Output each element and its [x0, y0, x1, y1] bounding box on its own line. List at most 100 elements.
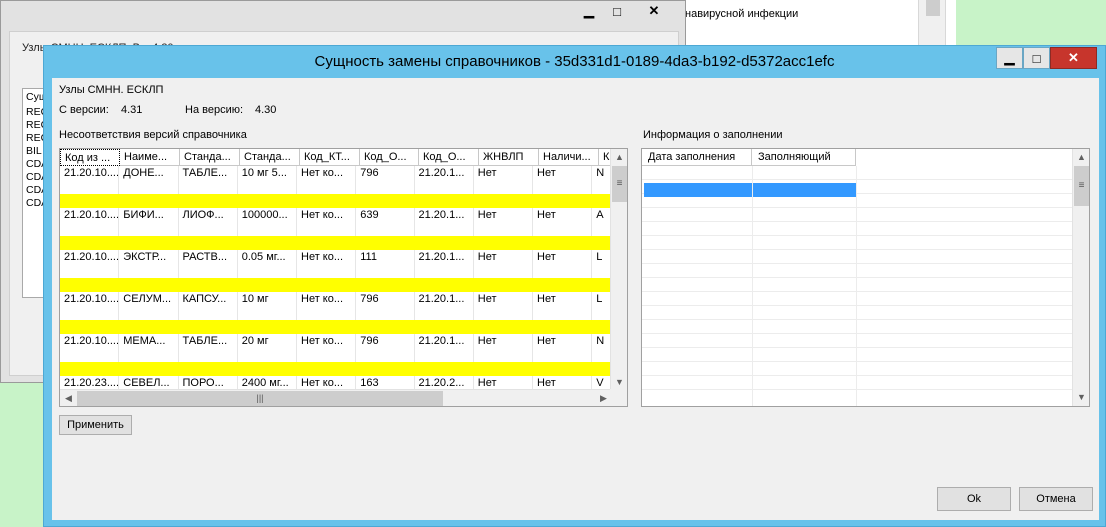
mismatch-grid-hscrollbar[interactable]: ◀ ||| ▶	[60, 389, 612, 406]
table-cell[interactable]: 20 мг	[238, 334, 297, 362]
mismatch-grid[interactable]: Код из ... Наиме... Станда... Станда... …	[59, 148, 628, 407]
table-cell[interactable]: РАСТВ...	[179, 250, 238, 278]
mismatch-grid-header: Код из ... Наиме... Станда... Станда... …	[60, 149, 619, 166]
from-version-label: С версии:	[59, 104, 109, 116]
empty-row	[642, 376, 1072, 390]
ok-button[interactable]: Ok	[937, 487, 1011, 511]
table-cell[interactable]: СЕЛУМ...	[119, 292, 179, 320]
background-document-scrollbar[interactable]	[918, 0, 946, 46]
dialog-maximize-button[interactable]: □	[1023, 47, 1050, 69]
table-cell[interactable]: Нет	[474, 250, 533, 278]
mismatch-grid-vscrollbar[interactable]: ▲ ≡ ▼	[610, 149, 627, 391]
selected-cell[interactable]	[753, 183, 856, 197]
table-cell[interactable]: Нет ко...	[297, 334, 357, 362]
table-cell[interactable]: Нет	[533, 250, 593, 278]
dialog-minimize-button[interactable]: ▁	[996, 47, 1023, 69]
table-cell[interactable]: Нет	[533, 292, 593, 320]
table-cell[interactable]: 10 мг	[238, 292, 297, 320]
table-cell[interactable]: 21.20.1...	[415, 250, 474, 278]
fill-info-grid-header: Дата заполнения Заполняющий	[642, 149, 856, 166]
table-cell[interactable]: 10 мг 5...	[238, 166, 297, 194]
table-cell[interactable]: ЛИОФ...	[179, 208, 238, 236]
background-minimize-button[interactable]: ▁	[575, 1, 603, 21]
table-cell[interactable]: МЕМА...	[119, 334, 179, 362]
table-cell[interactable]: Нет	[474, 292, 533, 320]
table-cell[interactable]: Нет	[533, 208, 593, 236]
table-cell[interactable]: 796	[356, 292, 415, 320]
table-cell[interactable]: Нет ко...	[297, 166, 357, 194]
table-cell[interactable]: 21.20.10....	[60, 292, 120, 320]
table-cell[interactable]: Нет ко...	[297, 292, 357, 320]
background-document-scroll-thumb[interactable]	[926, 0, 940, 16]
column-header[interactable]: Станда...	[240, 149, 300, 166]
table-cell[interactable]: 111	[356, 250, 415, 278]
table-cell[interactable]: 21.20.1...	[415, 334, 474, 362]
table-cell[interactable]: 796	[356, 334, 415, 362]
vertical-scroll-thumb[interactable]: ≡	[1074, 166, 1089, 206]
apply-button[interactable]: Применить	[59, 415, 132, 435]
column-header[interactable]: Код_О...	[360, 149, 419, 166]
table-cell[interactable]: Нет	[474, 166, 533, 194]
selected-cell[interactable]	[644, 183, 752, 197]
table-cell[interactable]: Нет	[533, 334, 593, 362]
background-maximize-button[interactable]: □	[603, 1, 631, 21]
table-cell[interactable]: ТАБЛЕ...	[179, 334, 238, 362]
table-cell[interactable]: ТАБЛЕ...	[179, 166, 238, 194]
table-cell[interactable]: ЭКСТР...	[119, 250, 179, 278]
vertical-scroll-thumb[interactable]: ≡	[612, 166, 627, 202]
dialog-close-button[interactable]: ✕	[1050, 47, 1097, 69]
table-cell[interactable]: 21.20.10....	[60, 208, 120, 236]
column-header-filler[interactable]: Заполняющий	[752, 149, 856, 166]
dialog-client-area: Узлы СМНН. ЕСКЛП С версии: 4.31 На верси…	[52, 78, 1099, 520]
empty-row	[642, 264, 1072, 278]
table-row[interactable]: 21.20.10.... ДОНЕ... ТАБЛЕ... 10 мг 5... Нет…	[60, 166, 612, 194]
fill-info-grid-vscrollbar[interactable]: ▲ ≡ ▼	[1072, 149, 1089, 406]
table-row[interactable]: 21.20.10.... МЕМА... ТАБЛЕ... 20 мг Нет ко..…	[60, 334, 612, 362]
to-version-value: 4.30	[255, 104, 277, 116]
column-header[interactable]: Код_О...	[419, 149, 479, 166]
scroll-left-icon[interactable]: ◀	[60, 390, 77, 406]
table-cell[interactable]: Нет	[474, 334, 533, 362]
column-header[interactable]: ЖНВЛП	[479, 149, 539, 166]
table-cell[interactable]: ДОНЕ...	[119, 166, 179, 194]
table-cell[interactable]: 21.20.10....	[60, 334, 120, 362]
column-header[interactable]: Наличи...	[539, 149, 599, 166]
table-row[interactable]: 21.20.10.... СЕЛУМ... КАПСУ... 10 мг Нет ко.…	[60, 292, 612, 320]
scroll-up-icon[interactable]: ▲	[611, 149, 627, 166]
scroll-down-icon[interactable]: ▼	[1073, 389, 1089, 406]
table-cell[interactable]: 0.05 мг...	[238, 250, 297, 278]
scroll-corner	[610, 389, 627, 406]
column-header[interactable]: Наиме...	[120, 149, 180, 166]
column-header[interactable]: Код из ...	[60, 149, 120, 166]
table-cell[interactable]: Нет	[533, 166, 593, 194]
empty-row	[642, 362, 1072, 376]
table-cell[interactable]: Нет ко...	[297, 208, 357, 236]
table-cell[interactable]: КАПСУ...	[179, 292, 238, 320]
table-cell[interactable]: 21.20.10....	[60, 166, 120, 194]
table-cell[interactable]: 796	[356, 166, 415, 194]
background-close-button[interactable]: ✕	[631, 1, 677, 21]
mismatch-grid-rows: 21.20.10.... ДОНЕ... ТАБЛЕ... 10 мг 5... Нет…	[60, 166, 612, 391]
dictionary-name-label: Узлы СМНН. ЕСКЛП	[59, 84, 164, 96]
scroll-up-icon[interactable]: ▲	[1073, 149, 1089, 166]
column-header[interactable]: Код_КТ...	[300, 149, 360, 166]
table-cell[interactable]: 21.20.1...	[415, 292, 474, 320]
column-header-fill-date[interactable]: Дата заполнения	[642, 149, 752, 166]
table-cell[interactable]: 21.20.1...	[415, 166, 474, 194]
table-cell[interactable]: Нет	[474, 208, 533, 236]
table-cell[interactable]: БИФИ...	[119, 208, 179, 236]
cancel-button[interactable]: Отмена	[1019, 487, 1093, 511]
table-cell[interactable]: Нет ко...	[297, 250, 357, 278]
fill-info-grid[interactable]: Дата заполнения Заполняющий ▲ ≡ ▼	[641, 148, 1090, 407]
empty-row	[642, 222, 1072, 236]
table-cell[interactable]: 100000...	[238, 208, 297, 236]
table-cell[interactable]: 639	[356, 208, 415, 236]
column-header[interactable]: Станда...	[180, 149, 240, 166]
table-cell[interactable]: 21.20.1...	[415, 208, 474, 236]
horizontal-scroll-thumb[interactable]: |||	[77, 391, 443, 406]
empty-row	[642, 166, 1072, 180]
highlight-row	[60, 194, 612, 208]
table-row[interactable]: 21.20.10.... ЭКСТР... РАСТВ... 0.05 мг... Не…	[60, 250, 612, 278]
table-cell[interactable]: 21.20.10....	[60, 250, 120, 278]
table-row[interactable]: 21.20.10.... БИФИ... ЛИОФ... 100000... Нет к…	[60, 208, 612, 236]
